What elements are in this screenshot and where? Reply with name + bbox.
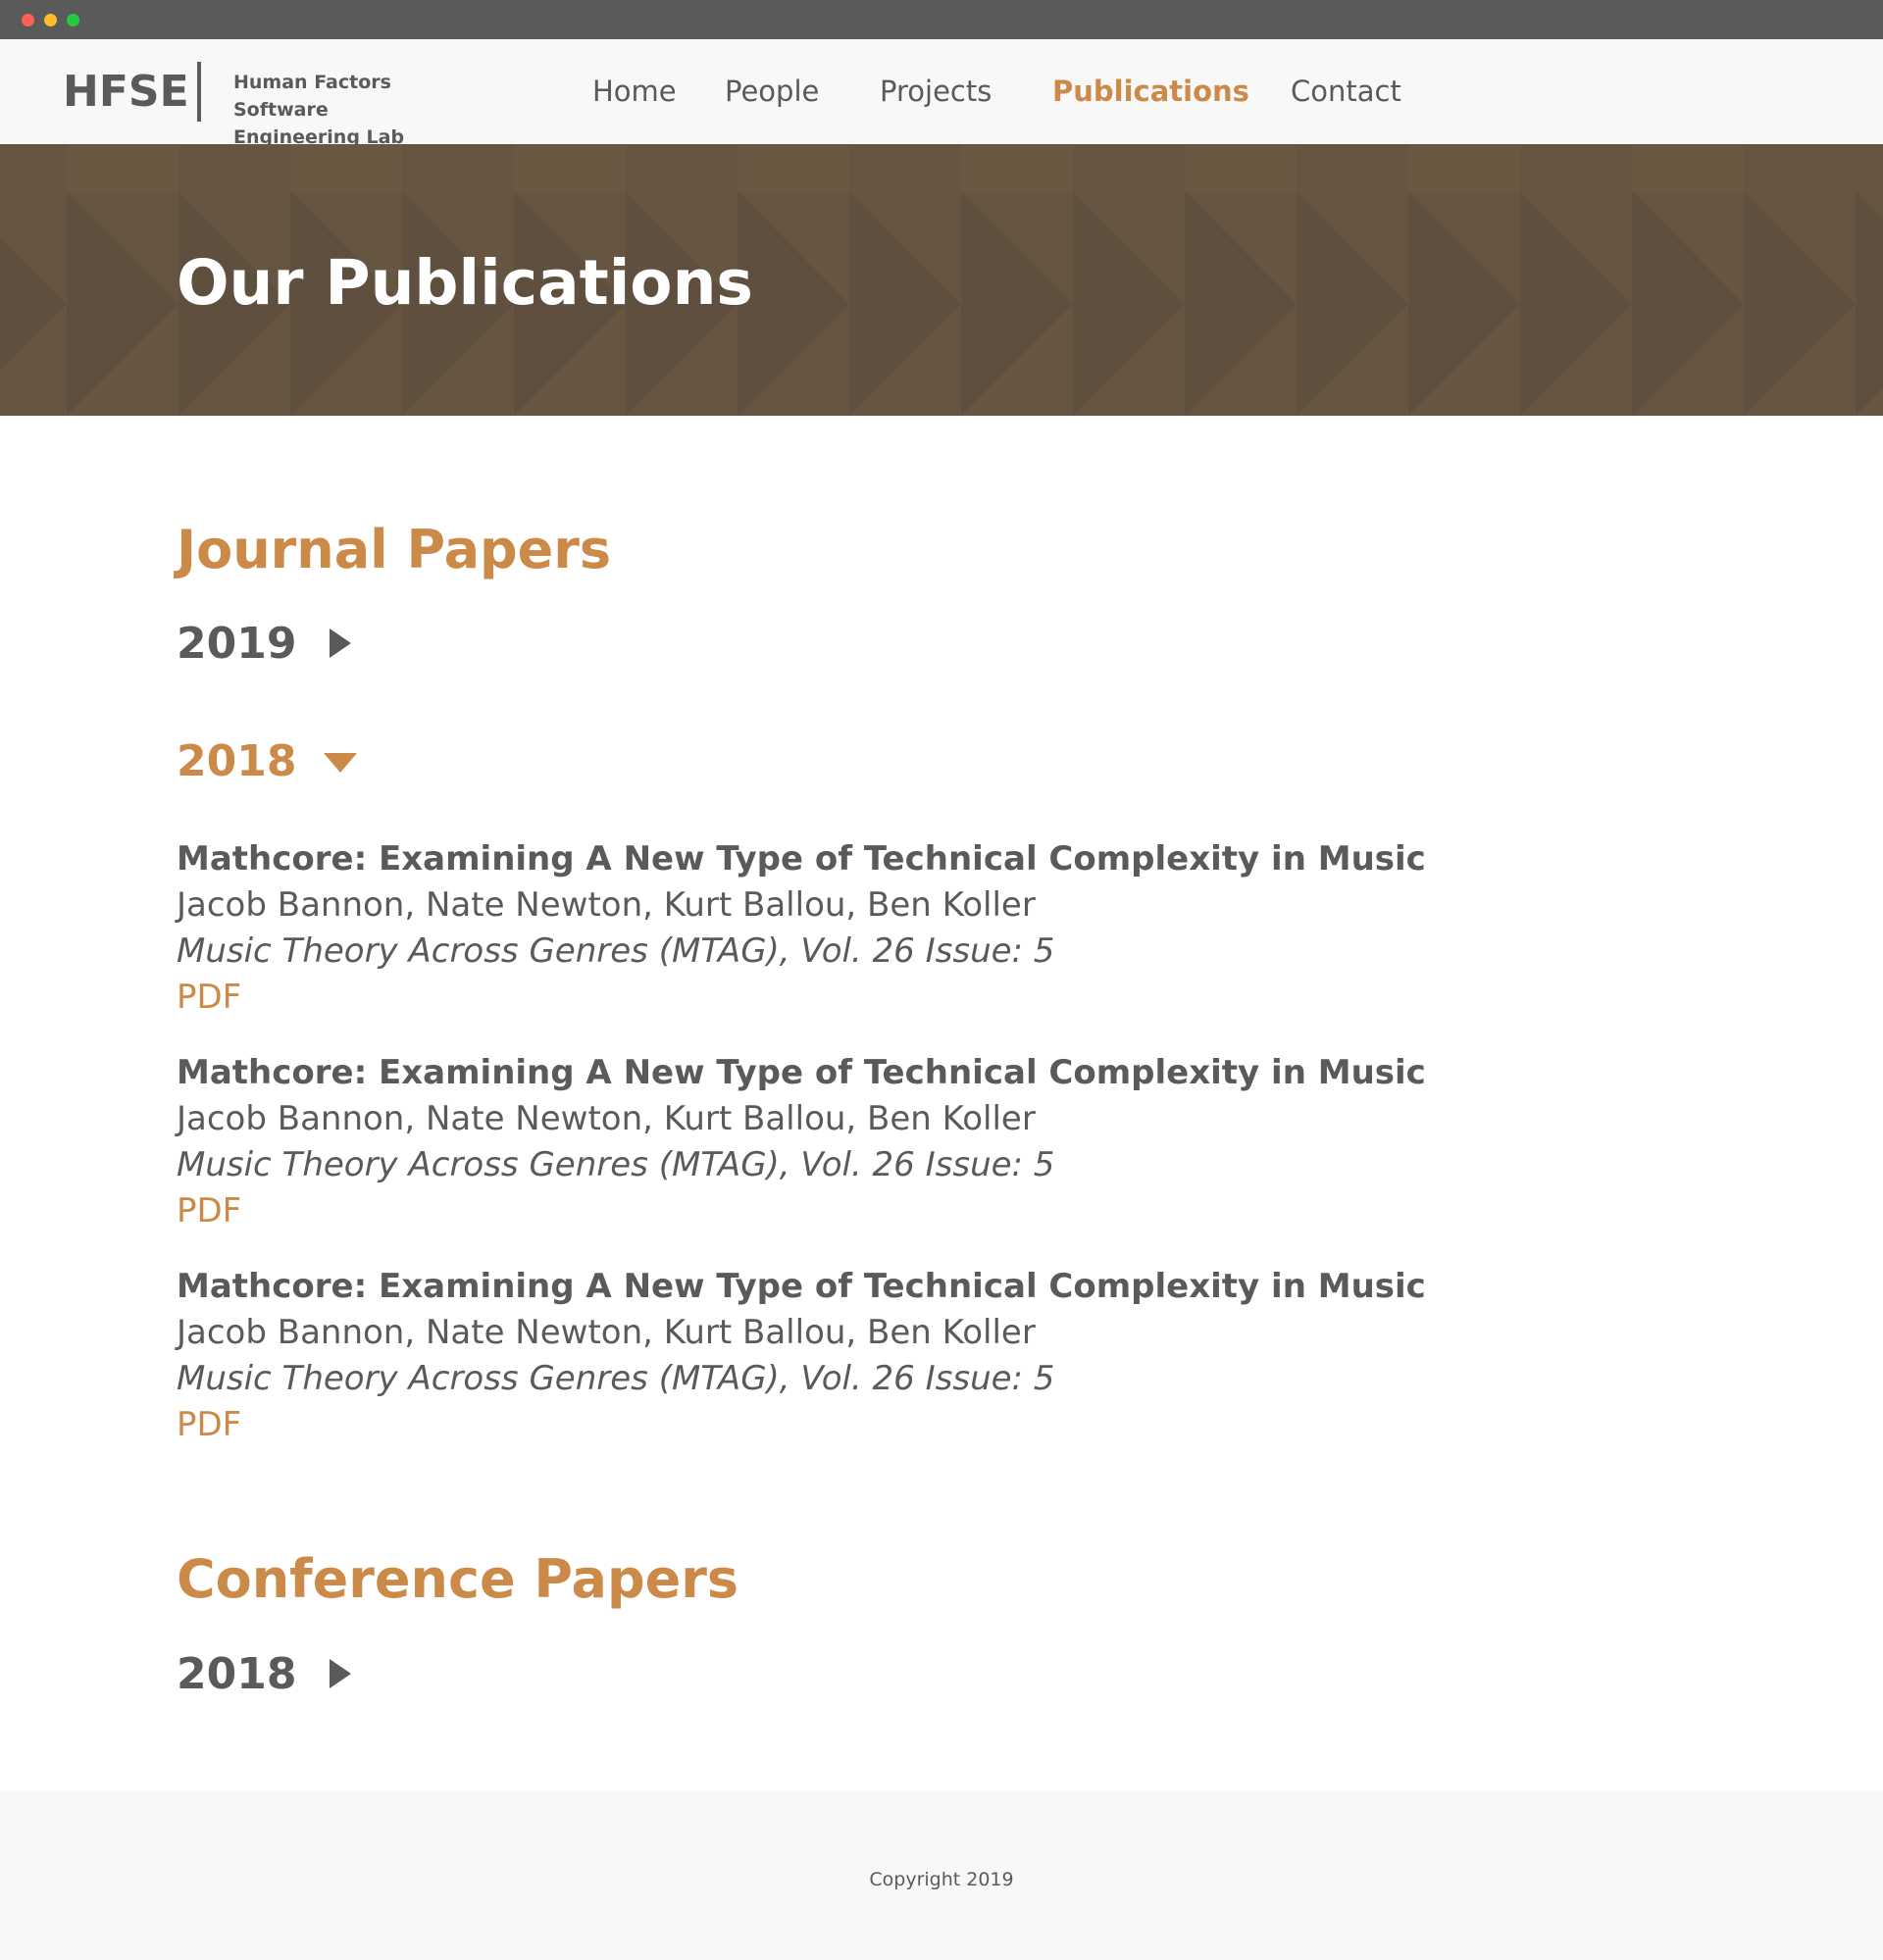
publication-venue: Music Theory Across Genres (MTAG), Vol. … (177, 1145, 1055, 1184)
brand-subtitle-line1: Human Factors Software (233, 72, 391, 121)
site-footer: Copyright 2019 (0, 1790, 1883, 1960)
nav-projects[interactable]: Projects (880, 75, 992, 108)
publication-item: Mathcore: Examining A New Type of Techni… (177, 1050, 1426, 1234)
publication-title: Mathcore: Examining A New Type of Techni… (177, 839, 1426, 879)
year-label: 2018 (177, 735, 297, 786)
brand-subtitle: Human Factors Software Engineering Lab (233, 69, 488, 151)
copyright-text: Copyright 2019 (869, 1869, 1014, 1890)
publication-venue: Music Theory Across Genres (MTAG), Vol. … (177, 931, 1055, 971)
nav-publications[interactable]: Publications (1052, 75, 1249, 108)
nav-people[interactable]: People (725, 75, 819, 108)
pdf-link[interactable]: PDF (177, 1402, 241, 1448)
year-label: 2018 (177, 1648, 297, 1699)
caret-right-icon (330, 628, 352, 658)
brand-divider (197, 62, 201, 122)
hero-banner: Our Publications (0, 144, 1883, 416)
conference-papers-heading: Conference Papers (177, 1548, 739, 1610)
minimize-window-button[interactable] (44, 14, 57, 26)
site-header: HFSE Human Factors Software Engineering … (0, 39, 1883, 148)
nav-home[interactable]: Home (592, 75, 677, 108)
year-label: 2019 (177, 618, 297, 669)
maximize-window-button[interactable] (67, 14, 79, 26)
publication-item: Mathcore: Examining A New Type of Techni… (177, 1264, 1426, 1448)
publication-venue: Music Theory Across Genres (MTAG), Vol. … (177, 1359, 1055, 1398)
conference-year-2018-toggle[interactable]: 2018 (177, 1646, 352, 1701)
publication-authors: Jacob Bannon, Nate Newton, Kurt Ballou, … (177, 1099, 1036, 1138)
caret-down-icon (324, 753, 358, 773)
nav-contact[interactable]: Contact (1291, 75, 1401, 108)
pdf-link[interactable]: PDF (177, 975, 241, 1021)
brand-logo[interactable]: HFSE (63, 67, 189, 117)
caret-right-icon (330, 1659, 352, 1688)
browser-chrome (0, 0, 1883, 39)
publication-title: Mathcore: Examining A New Type of Techni… (177, 1053, 1426, 1092)
page-title: Our Publications (177, 247, 753, 319)
pdf-link[interactable]: PDF (177, 1188, 241, 1234)
journal-year-2019-toggle[interactable]: 2019 (177, 616, 352, 671)
publication-title: Mathcore: Examining A New Type of Techni… (177, 1267, 1426, 1306)
publication-authors: Jacob Bannon, Nate Newton, Kurt Ballou, … (177, 1313, 1036, 1352)
journal-papers-heading: Journal Papers (177, 519, 612, 580)
close-window-button[interactable] (22, 14, 34, 26)
journal-year-2018-toggle[interactable]: 2018 (177, 733, 358, 788)
publication-item: Mathcore: Examining A New Type of Techni… (177, 836, 1426, 1021)
publication-authors: Jacob Bannon, Nate Newton, Kurt Ballou, … (177, 885, 1036, 925)
